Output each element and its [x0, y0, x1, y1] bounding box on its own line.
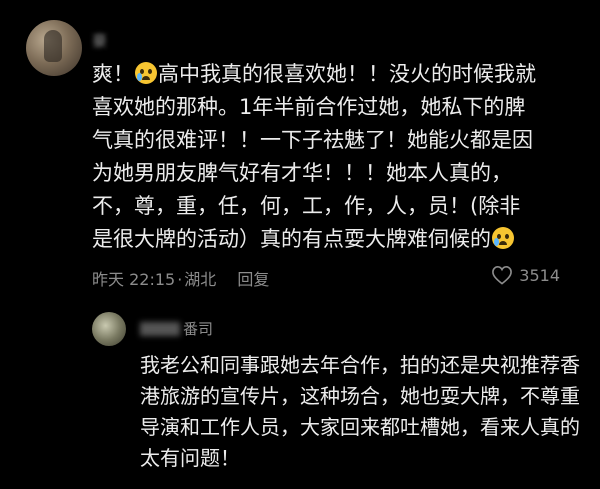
heart-icon — [491, 265, 513, 285]
comment-line-5: 不，尊，重，任，何，工，作，人，员！(除非 — [92, 194, 521, 218]
comment-text: 爽！ 高中我真的很喜欢她！！没火的时候我就 喜欢她的那种。1年半前合作过她，她私下… — [92, 58, 562, 256]
reply-avatar[interactable] — [92, 312, 126, 346]
meta-separator: · — [177, 270, 183, 289]
comment-line-6: 是很大牌的活动）真的有点耍大牌难伺候的 — [92, 227, 491, 251]
timestamp: 昨天 22:15 — [92, 270, 176, 289]
crying-laugh-emoji-icon — [492, 227, 514, 249]
avatar[interactable] — [26, 20, 82, 76]
comment-line-2: 喜欢她的那种。1年半前合作过她，她私下的脾 — [92, 95, 526, 119]
like-button[interactable]: 3514 — [491, 265, 560, 285]
username[interactable]: 豪 — [92, 30, 107, 50]
comment-line-1: 高中我真的很喜欢她！！没火的时候我就 — [158, 62, 536, 86]
comment-line-4: 为她男朋友脾气好有才华！！！她本人真的， — [92, 161, 512, 185]
reply-username[interactable]: 番司 — [140, 318, 213, 339]
reply-button[interactable]: 回复 — [237, 270, 269, 289]
comment-prefix: 爽！ — [92, 62, 134, 86]
blurred-name-part — [140, 322, 180, 336]
reply-text: 我老公和同事跟她去年合作，拍的还是央视推荐香港旅游的宣传片，这种场合，她也耍大牌… — [140, 353, 580, 470]
comment-meta: 昨天 22:15 · 湖北 回复 — [92, 266, 285, 290]
location: 湖北 — [184, 270, 217, 289]
comment-line-3: 气真的很难评！！一下子祛魅了！她能火都是因 — [92, 128, 533, 152]
like-count: 3514 — [519, 265, 560, 285]
crying-laugh-emoji-icon — [135, 62, 157, 84]
